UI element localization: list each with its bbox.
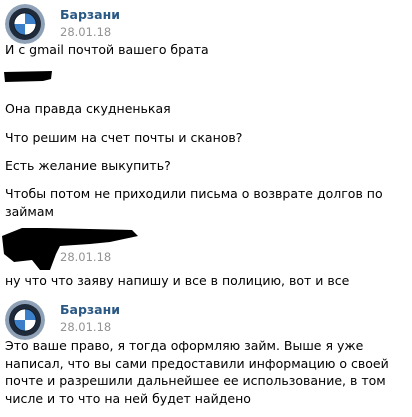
sender-avatar[interactable] (5, 300, 45, 340)
message-text: И с gmail почтой вашего брата (5, 42, 209, 57)
redacted-avatar-and-name (2, 228, 138, 270)
message-text: ну что что заяву напишу и все в полицию,… (5, 273, 350, 288)
message-text: Есть желание выкупить? (5, 158, 171, 173)
sender-avatar[interactable] (5, 4, 45, 44)
sender-name[interactable]: Барзани (60, 7, 120, 22)
message-text: Чтобы потом не приходили письма о возвра… (5, 186, 383, 219)
message-date: 28.01.18 (60, 320, 112, 334)
message-text: Это ваше право, я тогда оформляю займ. В… (5, 338, 389, 406)
message-text: Она правда скудненькая (5, 101, 171, 116)
bmw-logo-avatar-icon (5, 300, 45, 340)
redaction-mark (4, 71, 52, 82)
message-date: 28.01.18 (60, 25, 112, 39)
message-date: 28.01.18 (60, 250, 112, 264)
bmw-logo-avatar-icon (5, 4, 45, 44)
sender-name[interactable]: Барзани (60, 302, 120, 317)
message-text: Что решим на счет почты и сканов? (5, 130, 243, 145)
